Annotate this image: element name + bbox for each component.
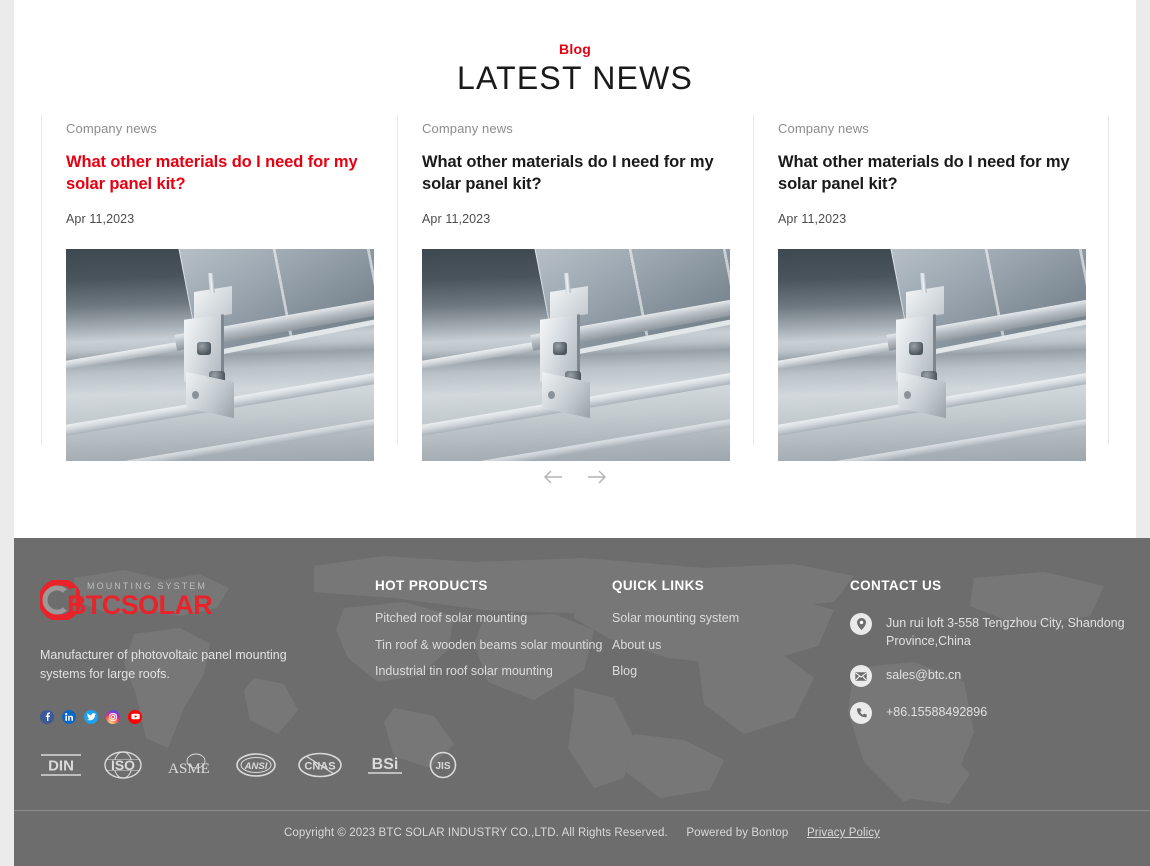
- cert-jis-icon: JIS: [428, 750, 458, 780]
- news-card-image[interactable]: [778, 248, 1086, 461]
- arrow-left-icon[interactable]: [538, 462, 568, 492]
- contact-phone[interactable]: +86.15588492896: [886, 701, 987, 721]
- clamp-slot: [904, 390, 911, 399]
- powered-by-text: Powered by Bontop: [686, 827, 789, 839]
- clamp-nut: [553, 341, 567, 355]
- location-pin-icon: [850, 613, 872, 635]
- brand-description: Manufacturer of photovoltaic panel mount…: [40, 648, 287, 682]
- news-card-category: Company news: [66, 121, 157, 136]
- logo-wordmark: BTCSOLAR: [67, 590, 213, 620]
- certification-badges: DIN ISO ASME ANSI CNAS BSi JIS: [40, 750, 458, 780]
- carousel-navigation: [14, 462, 1136, 492]
- news-card-image[interactable]: [422, 248, 730, 461]
- svg-text:ISO: ISO: [111, 757, 135, 773]
- hot-product-link[interactable]: Industrial tin roof solar mounting: [375, 665, 605, 678]
- quick-link[interactable]: Solar mounting system: [612, 612, 832, 625]
- latest-news-section: Blog LATEST NEWS Company news What other…: [14, 0, 1136, 538]
- hot-product-link[interactable]: Pitched roof solar mounting: [375, 612, 605, 625]
- section-eyebrow: Blog: [559, 41, 591, 57]
- footer-quick-links-column: QUICK LINKS Solar mounting system About …: [612, 578, 832, 692]
- cert-asme-icon: ASME: [164, 750, 214, 780]
- news-card[interactable]: Company news What other materials do I n…: [397, 115, 753, 461]
- cert-cnas-icon: CNAS: [298, 750, 342, 780]
- site-footer: MOUNTING SYSTEM BTCSOLAR Manufacturer of…: [14, 538, 1150, 866]
- facebook-icon[interactable]: [40, 709, 54, 724]
- cert-din-icon: DIN: [40, 750, 82, 780]
- privacy-policy-link[interactable]: Privacy Policy: [807, 827, 880, 839]
- svg-text:ANSI: ANSI: [244, 761, 268, 772]
- news-card-title[interactable]: What other materials do I need for my so…: [66, 152, 374, 196]
- news-card[interactable]: Company news What other materials do I n…: [41, 115, 397, 461]
- cert-ansi-icon: ANSI: [236, 750, 276, 780]
- news-card[interactable]: Company news What other materials do I n…: [753, 115, 1109, 461]
- footer-columns: MOUNTING SYSTEM BTCSOLAR Manufacturer of…: [14, 538, 1150, 810]
- svg-text:ASME: ASME: [168, 761, 210, 777]
- news-card-date: Apr 11,2023: [422, 211, 491, 226]
- column-heading: QUICK LINKS: [612, 578, 705, 593]
- news-card-image[interactable]: [66, 248, 374, 461]
- page-title: LATEST NEWS: [456, 60, 694, 96]
- contact-email[interactable]: sales@btc.cn: [886, 664, 961, 684]
- contact-email-row[interactable]: sales@btc.cn: [850, 664, 1140, 688]
- phone-icon: [850, 702, 872, 725]
- clamp-slot: [192, 390, 199, 399]
- news-card-category: Company news: [422, 121, 513, 136]
- envelope-icon: [850, 665, 872, 688]
- copyright-text: Copyright © 2023 BTC SOLAR INDUSTRY CO.,…: [284, 827, 668, 839]
- svg-text:DIN: DIN: [48, 758, 74, 775]
- social-links: [40, 709, 340, 724]
- quick-link[interactable]: Blog: [612, 665, 832, 678]
- footer-hot-products-column: HOT PRODUCTS Pitched roof solar mounting…: [375, 578, 605, 692]
- contact-phone-row[interactable]: +86.15588492896: [850, 701, 1140, 725]
- contact-address: Jun rui loft 3-558 Tengzhou City, Shando…: [886, 616, 1125, 649]
- news-card-category: Company news: [778, 121, 869, 136]
- arrow-right-icon[interactable]: [582, 462, 612, 492]
- footer-brand-column: MOUNTING SYSTEM BTCSOLAR Manufacturer of…: [40, 578, 340, 724]
- column-heading: HOT PRODUCTS: [375, 578, 488, 593]
- instagram-icon[interactable]: [106, 709, 120, 724]
- page-root: Blog LATEST NEWS Company news What other…: [0, 0, 1150, 866]
- copyright-bar: Copyright © 2023 BTC SOLAR INDUSTRY CO.,…: [14, 827, 1150, 839]
- clamp-nut: [197, 341, 211, 355]
- clamp-slot: [548, 390, 555, 399]
- youtube-icon[interactable]: [128, 709, 142, 724]
- svg-text:CNAS: CNAS: [304, 761, 335, 773]
- news-card-list: Company news What other materials do I n…: [41, 115, 1135, 461]
- footer-contact-column: CONTACT US Jun rui loft 3-558 Tengzhou C…: [850, 578, 1140, 738]
- clamp-nut: [909, 341, 923, 355]
- news-card-title[interactable]: What other materials do I need for my so…: [422, 152, 730, 196]
- svg-text:JIS: JIS: [435, 761, 450, 772]
- news-card-date: Apr 11,2023: [66, 211, 135, 226]
- footer-divider: [14, 810, 1150, 811]
- linkedin-icon[interactable]: [62, 709, 76, 724]
- column-heading: CONTACT US: [850, 578, 942, 593]
- news-card-title[interactable]: What other materials do I need for my so…: [778, 152, 1085, 196]
- cert-bsi-icon: BSi: [364, 750, 406, 780]
- contact-address-row: Jun rui loft 3-558 Tengzhou City, Shando…: [850, 612, 1140, 650]
- news-card-date: Apr 11,2023: [778, 211, 847, 226]
- svg-text:BSi: BSi: [372, 756, 399, 773]
- site-logo[interactable]: MOUNTING SYSTEM BTCSOLAR: [40, 578, 213, 622]
- cert-iso-icon: ISO: [104, 750, 142, 780]
- twitter-icon[interactable]: [84, 709, 98, 724]
- quick-link[interactable]: About us: [612, 638, 832, 652]
- hot-product-link[interactable]: Tin roof & wooden beams solar mounting: [375, 638, 605, 652]
